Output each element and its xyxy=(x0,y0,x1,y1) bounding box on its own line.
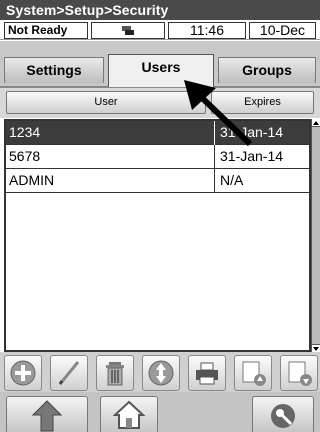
up-arrow-icon xyxy=(32,400,62,432)
system-status: Not Ready xyxy=(4,22,88,39)
home-icon xyxy=(113,400,145,429)
edit-icon xyxy=(58,361,80,385)
delete-button[interactable] xyxy=(96,355,134,391)
table-header: User Expires xyxy=(0,88,320,118)
print-icon xyxy=(196,362,218,385)
scroll-down-icon[interactable] xyxy=(312,344,320,352)
login-button[interactable] xyxy=(252,396,314,432)
user-cell: 5678 xyxy=(9,148,41,164)
pointer-arrow-icon xyxy=(184,80,253,147)
clock-date: 10-Dec xyxy=(249,22,316,39)
tab-settings[interactable]: Settings xyxy=(4,57,104,83)
breadcrumb: System>Setup>Security xyxy=(6,2,169,18)
column-separator xyxy=(214,169,215,193)
scroll-up-icon[interactable] xyxy=(312,119,320,127)
back-button[interactable] xyxy=(6,396,88,432)
clock-time: 11:46 xyxy=(168,22,246,39)
expires-cell: 31-Jan-14 xyxy=(220,148,284,164)
print-button[interactable] xyxy=(188,355,226,391)
user-cell: ADMIN xyxy=(9,172,55,188)
export-button[interactable] xyxy=(280,355,318,391)
status-bar: Not Ready 11:46 10-Dec xyxy=(0,20,320,40)
add-button[interactable] xyxy=(4,355,42,391)
sort-button[interactable] xyxy=(142,355,180,391)
sort-icon xyxy=(148,360,174,386)
title-bar: System>Setup>Security xyxy=(0,0,320,20)
import-icon xyxy=(242,361,266,386)
table-row[interactable]: 1234 31-Jan-14 xyxy=(6,121,309,145)
table-row[interactable]: ADMIN N/A xyxy=(6,169,309,193)
table-row[interactable]: 5678 31-Jan-14 xyxy=(6,145,309,169)
bottom-nav xyxy=(0,392,320,432)
tab-bar: Settings Users Groups xyxy=(0,41,320,87)
action-toolbar xyxy=(0,352,320,392)
edit-button[interactable] xyxy=(50,355,88,391)
key-icon xyxy=(271,404,295,428)
user-cell: 1234 xyxy=(9,124,41,140)
device-icon xyxy=(122,26,134,35)
export-icon xyxy=(288,361,312,386)
table-scrollbar[interactable] xyxy=(311,119,320,352)
expires-cell: N/A xyxy=(220,172,244,188)
users-table: 1234 31-Jan-14 5678 31-Jan-14 ADMIN N/A xyxy=(4,119,311,352)
device-status-cell xyxy=(91,22,165,39)
add-icon xyxy=(10,360,36,386)
home-button[interactable] xyxy=(100,396,158,432)
delete-icon xyxy=(106,362,124,386)
import-button[interactable] xyxy=(234,355,272,391)
